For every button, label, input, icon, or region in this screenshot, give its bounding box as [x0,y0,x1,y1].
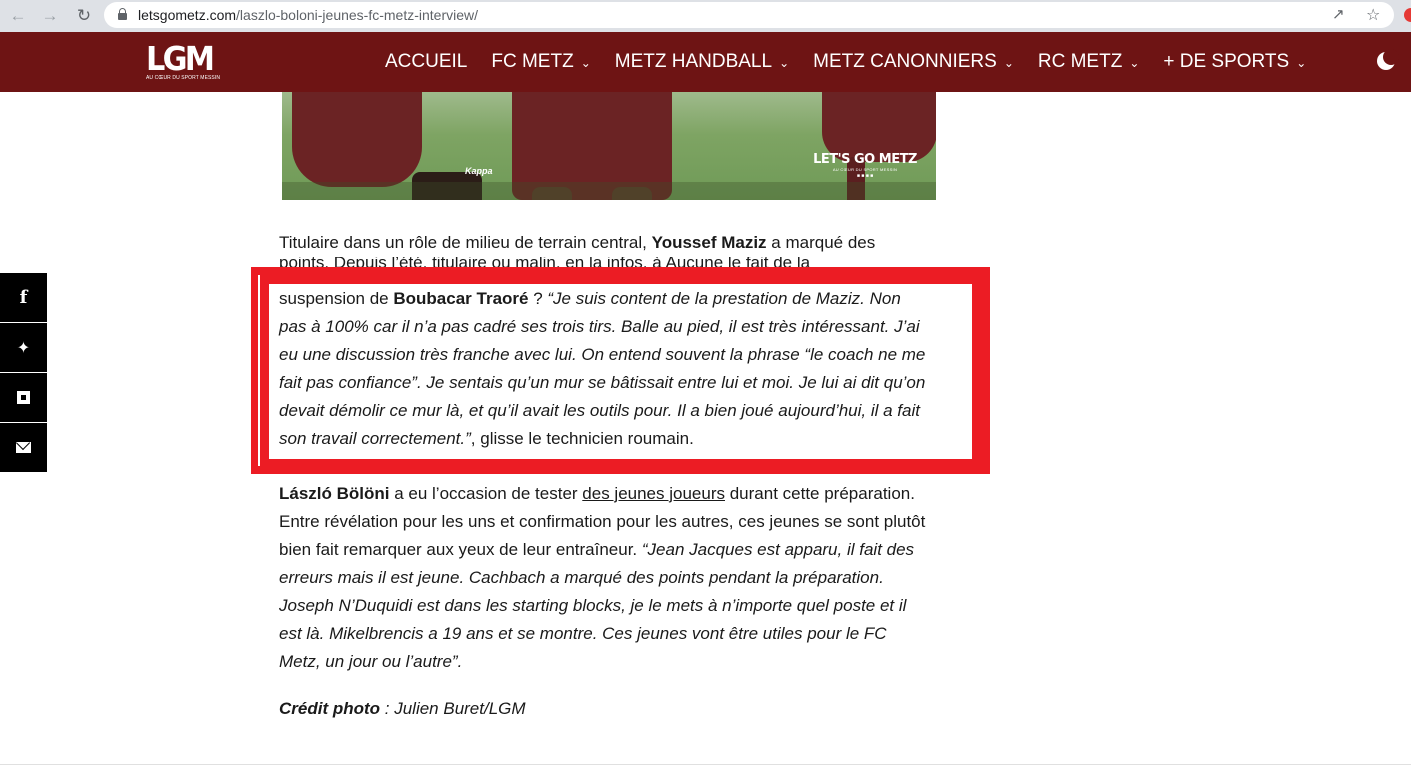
nav-label: ACCUEIL [385,51,468,72]
nav-item-rc-metz[interactable]: RC METZ ⌄ [1038,51,1140,73]
site-header: LGM AU CŒUR DU SPORT MESSIN ACCUEIL FC M… [0,32,1411,92]
pitch-shadow [282,182,936,200]
nav-label: FC METZ [491,51,574,72]
kit-brand-logo: Kappa [465,166,493,176]
flipboard-icon [17,391,30,404]
extension-icon[interactable] [1404,8,1411,22]
article-paragraph: Titulaire dans un rôle de milieu de terr… [279,229,929,257]
nav-label: + DE SPORTS [1163,51,1290,72]
text: a marqué des [766,233,876,252]
watermark-social-icons: ■ ■ ■ ■ [856,173,874,179]
credit-value: : Julien Buret/LGM [380,699,526,718]
nav-item-fc-metz[interactable]: FC METZ ⌄ [491,51,590,73]
twitter-icon: ✦ [16,339,31,357]
mail-icon [16,442,31,453]
section-divider [0,764,1411,765]
nav-label: METZ HANDBALL [614,51,773,72]
chevron-down-icon: ⌄ [1296,56,1307,70]
nav-item-metz-handball[interactable]: METZ HANDBALL ⌄ [615,51,789,73]
address-bar[interactable]: letsgometz.com/laszlo-boloni-jeunes-fc-m… [104,2,1394,28]
share-twitter-button[interactable]: ✦ [0,323,47,372]
player-figure [292,92,422,187]
social-share-bar: f ✦ [0,273,47,473]
text: , glisse le technicien roumain. [470,429,694,448]
watermark-title: LET'S GO METZ [813,152,917,167]
nav-item-plus-de-sports[interactable]: + DE SPORTS ⌄ [1163,51,1306,73]
photo-watermark: LET'S GO METZ AU CŒUR DU SPORT MESSIN ■ … [810,152,920,179]
text: a eu l’occasion de tester [389,484,583,503]
blockquote-bar [258,275,260,466]
share-page-icon[interactable]: ↗ [1332,5,1345,23]
quote-text: “Jean Jacques est apparu, il fait des er… [279,540,915,671]
text: Titulaire dans un rôle de milieu de terr… [279,233,652,252]
nav-label: RC METZ [1037,51,1123,72]
highlighted-quote: suspension de Boubacar Traoré ? “Je suis… [279,285,929,453]
dark-mode-moon-icon[interactable] [1377,49,1399,70]
chevron-down-icon: ⌄ [779,56,790,70]
credit-label: Crédit photo [279,699,381,718]
url-host: letsgometz.com [138,7,237,23]
bookmark-star-icon[interactable]: ☆ [1366,5,1380,25]
chevron-down-icon: ⌄ [1129,56,1140,70]
forward-arrow-icon[interactable]: → [38,4,62,28]
nav-item-accueil[interactable]: ACCUEIL [385,51,467,73]
reload-icon[interactable]: ↻ [72,4,96,28]
article-paragraph: László Bölöni a eu l’occasion de tester … [279,480,929,676]
share-email-button[interactable] [0,423,47,472]
nav-item-metz-canonniers[interactable]: METZ CANONNIERS ⌄ [813,51,1014,73]
main-navigation: ACCUEIL FC METZ ⌄ METZ HANDBALL ⌄ METZ CAN… [385,32,1330,92]
url-text[interactable]: letsgometz.com/laszlo-boloni-jeunes-fc-m… [138,7,478,23]
coach-name: László Bölöni [279,484,390,503]
lock-icon [118,8,127,20]
share-flipboard-button[interactable] [0,373,47,422]
chevron-down-icon: ⌄ [580,56,591,70]
nav-label: METZ CANONNIERS [813,51,997,72]
article-hero-image: Kappa LET'S GO METZ AU CŒUR DU SPORT MES… [282,92,936,200]
photo-credit: Crédit photo : Julien Buret/LGM [279,695,929,723]
text: ? [528,289,548,308]
young-players-link[interactable]: des jeunes joueurs [582,484,725,503]
browser-toolbar: ← → ↻ letsgometz.com/laszlo-boloni-jeune… [0,0,1411,32]
site-logo[interactable]: LGM AU CŒUR DU SPORT MESSIN [146,39,220,82]
player-name: Boubacar Traoré [393,289,529,308]
text: suspension de [279,289,394,308]
player-name: Youssef Maziz [651,233,767,252]
share-facebook-button[interactable]: f [0,273,47,322]
chevron-down-icon: ⌄ [1003,56,1014,70]
quote-text: “Je suis content de la prestation de Maz… [279,289,926,448]
back-arrow-icon[interactable]: ← [6,4,30,28]
url-path: /laszlo-boloni-jeunes-fc-metz-interview/ [236,7,479,23]
logo-text: LGM [146,39,215,78]
facebook-icon: f [19,287,28,308]
